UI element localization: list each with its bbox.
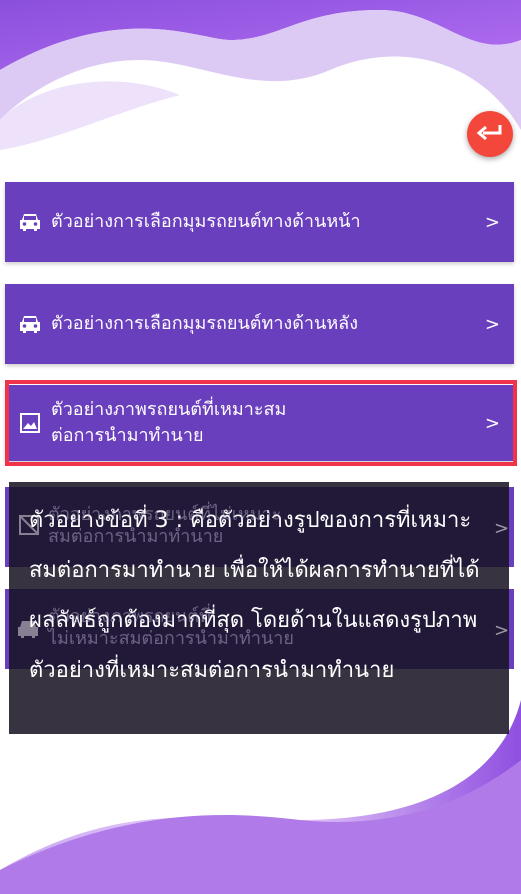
chevron-right-icon: > [494,620,510,641]
return-arrow-icon [476,125,502,141]
chevron-right-icon: > [484,412,500,434]
menu-item-label: ตัวอย่างการเลือกมุมรถยนต์ทางด้านหน้า [51,211,361,232]
chevron-right-icon: > [494,518,510,539]
car-front-icon [17,311,43,337]
menu-item-front-angle[interactable]: ตัวอย่างการเลือกมุมรถยนต์ทางด้านหน้า > [5,182,514,262]
image-broken-icon [18,514,40,540]
back-button[interactable] [467,111,513,157]
menu-item-label: ตัวอย่างภาพรถยนต์ที่ไม่เหมาะ สมต่อการนำม… [48,504,282,547]
menu-item-label: ตัวอย่างภาพรถยนต์ที่ ไม่เหมาะสมต่อการนำม… [48,606,294,649]
menu-item-label: ตัวอย่างการเลือกมุมรถยนต์ทางด้านหลัง [51,313,359,334]
car-icon [16,618,40,644]
menu-item-rear-angle[interactable]: ตัวอย่างการเลือกมุมรถยนต์ทางด้านหลัง > [5,284,514,364]
car-front-icon [17,209,43,235]
chevron-right-icon: > [484,211,500,233]
chevron-right-icon: > [484,313,500,335]
menu-item-label: ตัวอย่างภาพรถยนต์ที่เหมาะสม ต่อการนำมาทำ… [51,399,287,446]
menu-item-suitable-images[interactable]: ตัวอย่างภาพรถยนต์ที่เหมาะสม ต่อการนำมาทำ… [5,385,514,461]
image-icon [17,410,43,436]
